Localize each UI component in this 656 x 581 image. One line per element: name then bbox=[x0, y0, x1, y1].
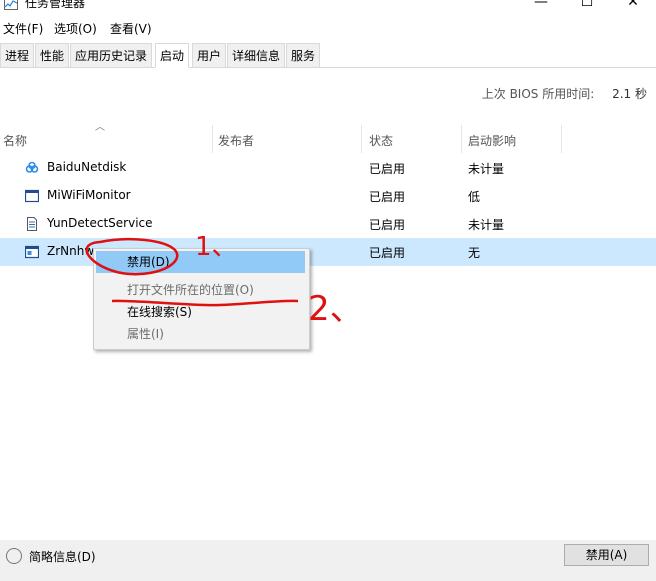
close-button[interactable]: ✕ bbox=[618, 0, 648, 12]
row-status: 已启用 bbox=[369, 190, 406, 204]
column-divider[interactable] bbox=[561, 125, 562, 153]
row-impact: 低 bbox=[468, 190, 481, 204]
bios-time: 上次 BIOS 所用时间: 2.1 秒 bbox=[482, 85, 647, 102]
chevron-up-icon[interactable] bbox=[6, 548, 22, 564]
context-search-label: 在线搜索(S) bbox=[127, 305, 192, 319]
column-divider[interactable] bbox=[461, 125, 462, 153]
column-status[interactable]: 状态 bbox=[369, 132, 393, 149]
context-properties-label: 属性(I) bbox=[127, 327, 164, 341]
row-name: BaiduNetdisk bbox=[47, 160, 127, 174]
tab-startup[interactable]: 启动 bbox=[155, 43, 190, 68]
column-publisher[interactable]: 发布者 bbox=[218, 132, 254, 149]
row-impact: 无 bbox=[468, 246, 481, 260]
context-menu: 禁用(D) 打开文件所在的位置(O) 在线搜索(S) 属性(I) bbox=[93, 248, 310, 350]
row-name: ZrNnhw bbox=[47, 244, 95, 258]
tab-strip: 进程 性能 应用历史记录 启动 用户 详细信息 服务 bbox=[0, 43, 656, 68]
window-title: 任务管理器 bbox=[25, 0, 86, 10]
context-search-online[interactable]: 在线搜索(S) bbox=[96, 301, 305, 323]
context-open-location-label: 打开文件所在的位置(O) bbox=[127, 283, 254, 297]
disable-button[interactable]: 禁用(A) bbox=[564, 544, 649, 566]
annotation-step-two: 2、 bbox=[308, 289, 364, 329]
startup-row[interactable]: YunDetectService 已启用 未计量 bbox=[0, 210, 656, 238]
tab-processes[interactable]: 进程 bbox=[0, 43, 35, 67]
menu-file[interactable]: 文件(F) bbox=[3, 20, 43, 37]
minimize-button[interactable]: — bbox=[526, 0, 556, 12]
baidu-netdisk-icon bbox=[25, 161, 39, 173]
row-status: 已启用 bbox=[369, 218, 406, 232]
context-disable[interactable]: 禁用(D) bbox=[96, 251, 305, 273]
context-open-file-location[interactable]: 打开文件所在的位置(O) bbox=[96, 279, 305, 301]
startup-row[interactable]: BaiduNetdisk 已启用 未计量 bbox=[0, 154, 656, 182]
row-name: MiWiFiMonitor bbox=[47, 188, 131, 202]
bios-time-label: 上次 BIOS 所用时间: bbox=[481, 87, 595, 101]
column-header-row: 名称 发布者 状态 启动影响 bbox=[0, 125, 656, 153]
row-impact: 未计量 bbox=[468, 218, 505, 232]
row-impact: 未计量 bbox=[468, 162, 505, 176]
menu-options[interactable]: 选项(O) bbox=[54, 20, 97, 37]
column-name[interactable]: 名称 bbox=[3, 132, 27, 149]
task-manager-icon bbox=[4, 0, 18, 10]
context-disable-label: 禁用(D) bbox=[127, 255, 170, 269]
fewer-details-link[interactable]: 简略信息(D) bbox=[29, 548, 96, 565]
row-name: YunDetectService bbox=[47, 216, 153, 230]
footer-bar: 简略信息(D) 禁用(A) bbox=[0, 540, 656, 581]
tab-services[interactable]: 服务 bbox=[286, 43, 321, 67]
title-bar: 任务管理器 — ☐ ✕ bbox=[0, 0, 656, 12]
bios-time-value: 2.1 秒 bbox=[612, 87, 647, 101]
row-status: 已启用 bbox=[369, 246, 406, 260]
app-window-icon bbox=[25, 245, 39, 259]
tab-users[interactable]: 用户 bbox=[192, 43, 227, 67]
context-properties[interactable]: 属性(I) bbox=[96, 323, 305, 345]
startup-row[interactable]: MiWiFiMonitor 已启用 低 bbox=[0, 182, 656, 210]
tab-details[interactable]: 详细信息 bbox=[227, 43, 286, 67]
row-status: 已启用 bbox=[369, 162, 406, 176]
tab-performance[interactable]: 性能 bbox=[35, 43, 70, 67]
tab-app-history[interactable]: 应用历史记录 bbox=[70, 43, 153, 67]
maximize-button[interactable]: ☐ bbox=[572, 0, 602, 12]
document-icon bbox=[27, 217, 37, 231]
window-icon bbox=[25, 189, 39, 203]
column-divider[interactable] bbox=[212, 125, 213, 153]
column-divider[interactable] bbox=[361, 125, 362, 153]
menu-view[interactable]: 查看(V) bbox=[110, 20, 152, 37]
column-impact[interactable]: 启动影响 bbox=[468, 132, 516, 149]
